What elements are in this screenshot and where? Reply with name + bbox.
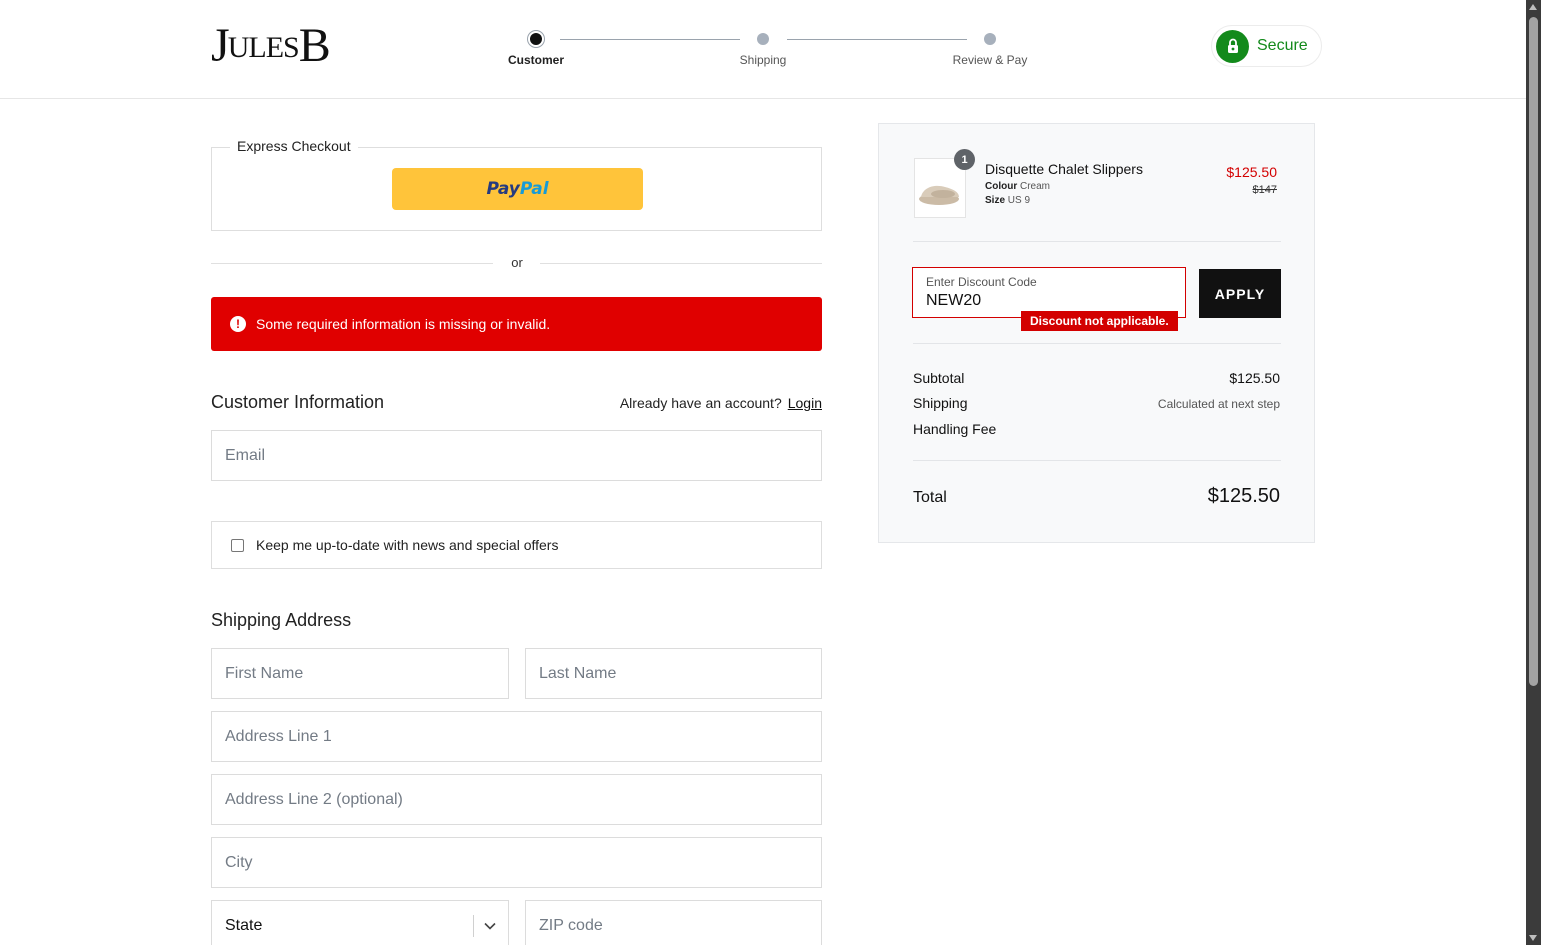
state-select[interactable]: State [211,900,509,945]
first-name-field[interactable] [211,648,509,699]
discount-code-label: Enter Discount Code [926,275,1037,289]
select-separator [473,914,474,937]
express-checkout: Express Checkout Pay Pal [211,138,822,231]
secure-label: Secure [1257,37,1308,54]
zip-code-field[interactable] [525,900,822,945]
address-line-1-field[interactable] [211,711,822,762]
discount-code-value[interactable]: NEW20 [926,292,981,310]
customer-information-title: Customer Information [211,392,385,412]
secure-badge: Secure [1211,25,1322,67]
shipping-label: Shipping [913,395,968,411]
last-name-field[interactable] [525,648,822,699]
step-dot [757,33,769,45]
page-scrollbar[interactable] [1526,0,1541,945]
step-dot [984,33,996,45]
scroll-down-icon[interactable] [1529,935,1537,941]
or-divider: or [211,255,822,273]
quantity-badge: 1 [954,149,975,170]
brand-logo[interactable]: JULESB [211,18,331,76]
step-dot [530,33,542,45]
newsletter-checkbox[interactable] [231,538,244,552]
chevron-down-icon [484,922,496,930]
address-line-2-field[interactable] [211,774,822,825]
step-customer[interactable]: Customer [476,30,596,67]
shipping-address-title: Shipping Address [211,610,352,630]
total-label: Total [913,489,947,506]
checkout-stepper: Customer Shipping Review & Pay [500,30,1060,80]
scrollbar-thumb[interactable] [1529,17,1538,686]
apply-discount-button[interactable]: APPLY [1199,269,1281,318]
error-banner: ! Some required information is missing o… [211,297,822,351]
login-link[interactable]: Login [788,395,822,411]
step-shipping[interactable]: Shipping [703,30,823,67]
product-original-price: $147 [1252,184,1277,196]
summary-divider [913,343,1281,344]
order-summary: 1 Disquette Chalet Slippers Colour Cream… [878,123,1315,543]
product-name: Disquette Chalet Slippers [985,161,1143,177]
summary-divider [913,241,1281,242]
subtotal-value: $125.50 [1229,370,1280,386]
product-sale-price: $125.50 [1226,164,1277,180]
express-checkout-title: Express Checkout [230,138,358,154]
newsletter-option[interactable]: Keep me up-to-date with news and special… [211,521,822,569]
total-value: $125.50 [1207,485,1280,507]
handling-fee-label: Handling Fee [913,421,997,437]
product-colour: Colour Cream [985,181,1051,192]
paypal-button[interactable]: Pay Pal [392,168,643,210]
lock-icon [1216,29,1249,63]
alert-icon: ! [230,316,246,332]
city-field[interactable] [211,837,822,888]
checkout-header: JULESB Customer Shipping Review & Pay Se… [0,0,1526,99]
newsletter-label: Keep me up-to-date with news and special… [256,537,559,553]
account-prompt: Already have an account? Login [619,395,822,411]
step-review-pay[interactable]: Review & Pay [930,30,1050,67]
shipping-value: Calculated at next step [1157,397,1280,411]
product-size: Size US 9 [985,195,1031,206]
subtotal-label: Subtotal [913,370,965,386]
scroll-up-icon[interactable] [1529,4,1537,10]
email-field[interactable] [211,430,822,481]
state-select-value: State [225,916,263,934]
error-message: Some required information is missing or … [256,316,551,332]
discount-error: Discount not applicable. [1021,311,1178,331]
summary-divider [913,460,1281,461]
